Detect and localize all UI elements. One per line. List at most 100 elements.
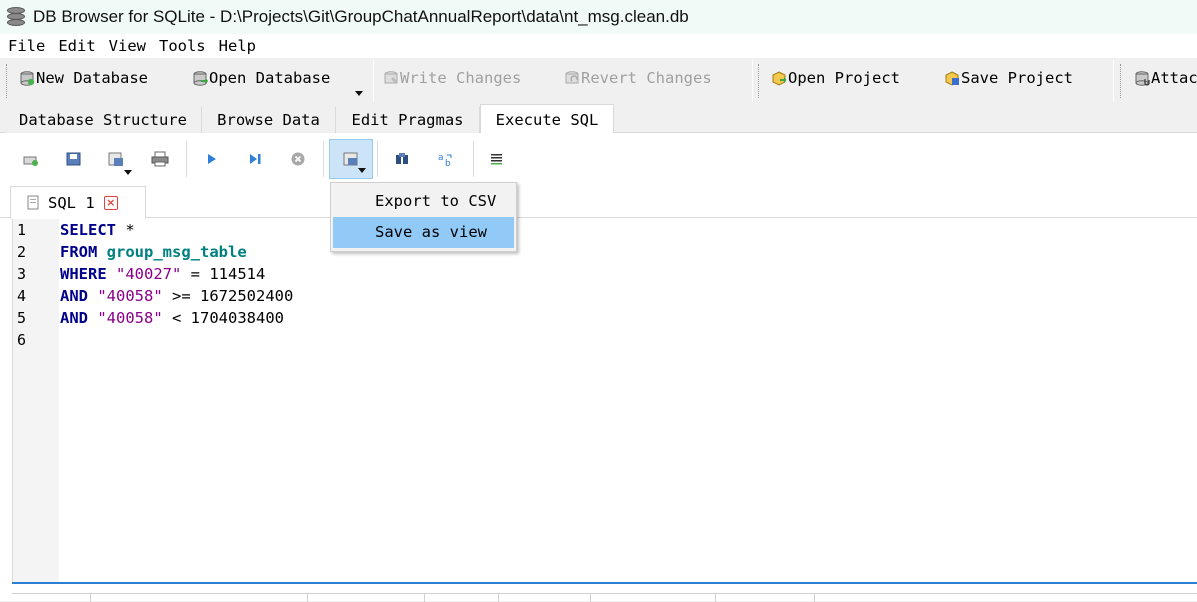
code-token: < 1704038400: [162, 309, 284, 327]
svg-text:a: a: [438, 153, 444, 163]
code-token: >= 1672502400: [162, 287, 294, 305]
line-number: 5: [17, 309, 27, 327]
revert-changes-icon: [565, 70, 580, 86]
toolbar-separator: [752, 60, 753, 102]
menu-tools[interactable]: Tools: [152, 37, 212, 55]
toolbar-grip[interactable]: [6, 64, 8, 98]
code-token: "40058": [97, 309, 163, 327]
attach-database-label: Attac: [1151, 69, 1197, 87]
save-project-label: Save Project: [961, 69, 1073, 87]
code-token: "40027": [116, 265, 182, 283]
print-icon[interactable]: [151, 151, 169, 167]
sql-editor-tab[interactable]: SQL 1 ×: [10, 186, 146, 219]
main-toolbar: New Database Open Database Write Changes…: [0, 58, 1197, 104]
toolbar-separator: [323, 141, 324, 177]
main-tabs: Database Structure Browse Data Edit Prag…: [0, 104, 1197, 134]
new-database-icon: [20, 70, 35, 86]
new-database-label: New Database: [36, 69, 148, 87]
tab-database-structure[interactable]: Database Structure: [5, 107, 202, 133]
code-token: AND: [60, 287, 88, 305]
sql-editor[interactable]: 1 2 3 4 5 6 SELECT * FROM group_msg_table…: [12, 219, 1197, 583]
open-database-button[interactable]: Open Database: [193, 69, 330, 87]
line-number: 3: [17, 265, 27, 283]
open-tab-icon[interactable]: [22, 151, 40, 167]
editor-bottom-border: [12, 582, 1197, 584]
tab-edit-pragmas[interactable]: Edit Pragmas: [336, 107, 480, 133]
code-token: "40058": [97, 287, 163, 305]
save-dropdown-arrow-icon[interactable]: [124, 170, 132, 175]
menu-item-save-as-view[interactable]: Save as view: [333, 217, 514, 248]
toolbar-separator: [1113, 60, 1114, 102]
code-line: SELECT *: [60, 219, 135, 241]
svg-text:b: b: [445, 159, 451, 167]
close-tab-icon[interactable]: ×: [103, 195, 118, 210]
code-token: FROM: [60, 243, 98, 261]
open-database-icon: [193, 70, 208, 86]
title-bar: DB Browser for SQLite - D:\Projects\Git\…: [0, 0, 1197, 34]
toolbar-separator: [373, 60, 374, 102]
comment-icon[interactable]: [488, 151, 506, 167]
code-token: SELECT: [60, 221, 116, 239]
write-changes-label: Write Changes: [400, 69, 522, 87]
open-project-icon: [772, 70, 787, 86]
menu-file[interactable]: File: [0, 37, 51, 55]
open-database-label: Open Database: [209, 69, 331, 87]
toolbar-grip[interactable]: [1120, 64, 1122, 98]
save-project-icon: [945, 70, 960, 86]
save-sql-file-icon[interactable]: [108, 151, 126, 167]
new-database-button[interactable]: New Database: [20, 69, 148, 87]
line-number-gutter: 1 2 3 4 5 6: [13, 219, 59, 583]
code-token: AND: [60, 309, 88, 327]
execute-all-icon[interactable]: [203, 151, 221, 167]
code-line: WHERE "40027" = 114514: [60, 263, 265, 285]
tab-label: Database Structure: [19, 111, 187, 129]
code-token: *: [116, 221, 135, 239]
find-icon[interactable]: [394, 151, 412, 167]
tab-label: Edit Pragmas: [351, 111, 464, 129]
stop-execution-icon[interactable]: [289, 151, 307, 167]
code-line: FROM group_msg_table: [60, 241, 247, 263]
toolbar-grip[interactable]: [758, 64, 760, 98]
sql-toolbar: ab: [0, 133, 1197, 183]
open-sql-file-icon[interactable]: [65, 151, 83, 167]
code-token: group_msg_table: [106, 243, 247, 261]
menu-help[interactable]: Help: [212, 37, 262, 55]
revert-changes-button[interactable]: Revert Changes: [565, 69, 712, 87]
code-token: = 114514: [181, 265, 266, 283]
write-changes-button[interactable]: Write Changes: [384, 69, 521, 87]
code-token: WHERE: [60, 265, 107, 283]
attach-database-button[interactable]: Attac: [1135, 69, 1197, 87]
editor-tab-bar: SQL 1 ×: [0, 183, 1197, 219]
menu-view[interactable]: View: [102, 37, 152, 55]
line-number: 1: [17, 221, 27, 239]
menu-edit[interactable]: Edit: [51, 37, 101, 55]
line-number: 6: [17, 331, 27, 349]
save-project-button[interactable]: Save Project: [945, 69, 1073, 87]
database-app-icon: [4, 5, 28, 29]
export-dropdown-arrow-icon: [358, 168, 366, 173]
find-replace-icon[interactable]: ab: [437, 151, 455, 169]
write-changes-icon: [384, 70, 399, 86]
menu-item-export-to-csv[interactable]: Export to CSV: [333, 186, 514, 217]
results-grid-header: [12, 593, 1197, 602]
window-title: DB Browser for SQLite - D:\Projects\Git\…: [33, 7, 689, 26]
tab-execute-sql[interactable]: Execute SQL: [480, 104, 614, 134]
export-results-icon: [342, 151, 360, 167]
export-dropdown-menu: Export to CSV Save as view: [330, 182, 517, 252]
revert-changes-label: Revert Changes: [581, 69, 712, 87]
sql-tab-label: SQL 1: [48, 193, 95, 212]
code-line: AND "40058" < 1704038400: [60, 307, 284, 329]
open-database-dropdown-arrow-icon[interactable]: [355, 91, 363, 96]
execute-sql-panel: ab SQL 1 × 1 2 3 4 5 6 SELECT * FROM gro…: [0, 133, 1197, 602]
export-results-button[interactable]: [329, 139, 373, 179]
open-project-button[interactable]: Open Project: [772, 69, 900, 87]
attach-database-icon: [1135, 70, 1150, 86]
tab-browse-data[interactable]: Browse Data: [202, 107, 336, 133]
tab-label: Browse Data: [217, 111, 320, 129]
toolbar-separator: [377, 141, 378, 177]
execute-current-line-icon[interactable]: [246, 151, 264, 167]
